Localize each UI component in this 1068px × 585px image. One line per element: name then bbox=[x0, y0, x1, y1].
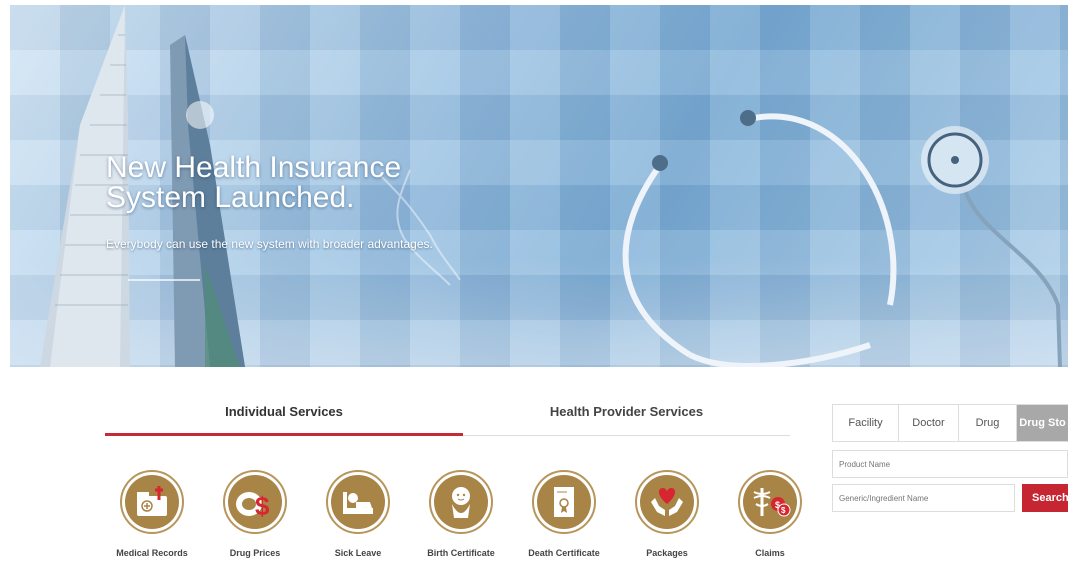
service-tabs: Individual Services Health Provider Serv… bbox=[105, 398, 790, 438]
service-label: Birth Certificate bbox=[427, 548, 495, 558]
service-label: Drug Prices bbox=[229, 548, 281, 558]
service-sick-leave[interactable]: Sick Leave bbox=[318, 470, 398, 559]
svg-text:$: $ bbox=[775, 500, 780, 510]
claims-icon: $ $ bbox=[753, 488, 791, 517]
birth-certificate-icon bbox=[452, 487, 470, 518]
hero-title: New Health Insurance System Launched. bbox=[106, 151, 402, 214]
generic-name-input[interactable] bbox=[832, 484, 1015, 512]
service-packages[interactable]: Packages bbox=[627, 470, 707, 559]
service-circle bbox=[326, 470, 390, 534]
service-circle-fill bbox=[331, 475, 385, 529]
service-circle bbox=[429, 470, 493, 534]
search-tab-drug-store[interactable]: Drug Sto bbox=[1017, 405, 1068, 441]
tab-individual-services[interactable]: Individual Services bbox=[105, 398, 463, 436]
search-tab-drug[interactable]: Drug bbox=[959, 405, 1017, 441]
search-tab-doctor[interactable]: Doctor bbox=[899, 405, 959, 441]
service-circle-fill: $ $ bbox=[743, 475, 797, 529]
search-tabs: Facility Doctor Drug Drug Sto bbox=[832, 404, 1068, 442]
service-claims[interactable]: $ $ Claims bbox=[730, 470, 810, 559]
service-label: Sick Leave bbox=[334, 548, 382, 558]
service-icons: Medical Records $ Drug Prices Sick Leave bbox=[112, 470, 812, 580]
medical-records-icon bbox=[137, 486, 167, 516]
service-circle bbox=[120, 470, 184, 534]
hero-banner: New Health Insurance System Launched. Ev… bbox=[10, 5, 1068, 367]
sun-flare bbox=[186, 101, 214, 129]
death-certificate-icon bbox=[554, 487, 574, 517]
service-label: Death Certificate bbox=[528, 548, 600, 558]
service-label: Claims bbox=[755, 548, 785, 558]
service-death-certificate[interactable]: Death Certificate bbox=[524, 470, 604, 559]
hero-subtitle: Everybody can use the new system with br… bbox=[106, 237, 433, 251]
service-label: Packages bbox=[646, 548, 688, 558]
drug-prices-icon: $ bbox=[236, 491, 270, 521]
service-birth-certificate[interactable]: Birth Certificate bbox=[421, 470, 501, 559]
tab-health-provider-services[interactable]: Health Provider Services bbox=[463, 398, 790, 436]
service-circle-fill bbox=[434, 475, 488, 529]
service-circle-fill: $ bbox=[228, 475, 282, 529]
svg-text:$: $ bbox=[781, 506, 786, 515]
svg-text:$: $ bbox=[255, 491, 270, 521]
service-drug-prices[interactable]: $ Drug Prices bbox=[215, 470, 295, 559]
service-label: Medical Records bbox=[116, 548, 188, 558]
service-circle: $ $ bbox=[738, 470, 802, 534]
service-circle-fill bbox=[640, 475, 694, 529]
product-name-input[interactable] bbox=[832, 450, 1068, 478]
sick-leave-icon bbox=[343, 492, 373, 514]
service-circle-fill bbox=[537, 475, 591, 529]
service-circle bbox=[532, 470, 596, 534]
service-circle-fill bbox=[125, 475, 179, 529]
search-tab-facility[interactable]: Facility bbox=[833, 405, 899, 441]
stethoscope bbox=[622, 110, 1062, 367]
packages-icon bbox=[651, 488, 683, 516]
service-circle bbox=[635, 470, 699, 534]
search-button[interactable]: Search bbox=[1022, 484, 1068, 512]
service-medical-records[interactable]: Medical Records bbox=[112, 470, 192, 559]
service-circle: $ bbox=[223, 470, 287, 534]
